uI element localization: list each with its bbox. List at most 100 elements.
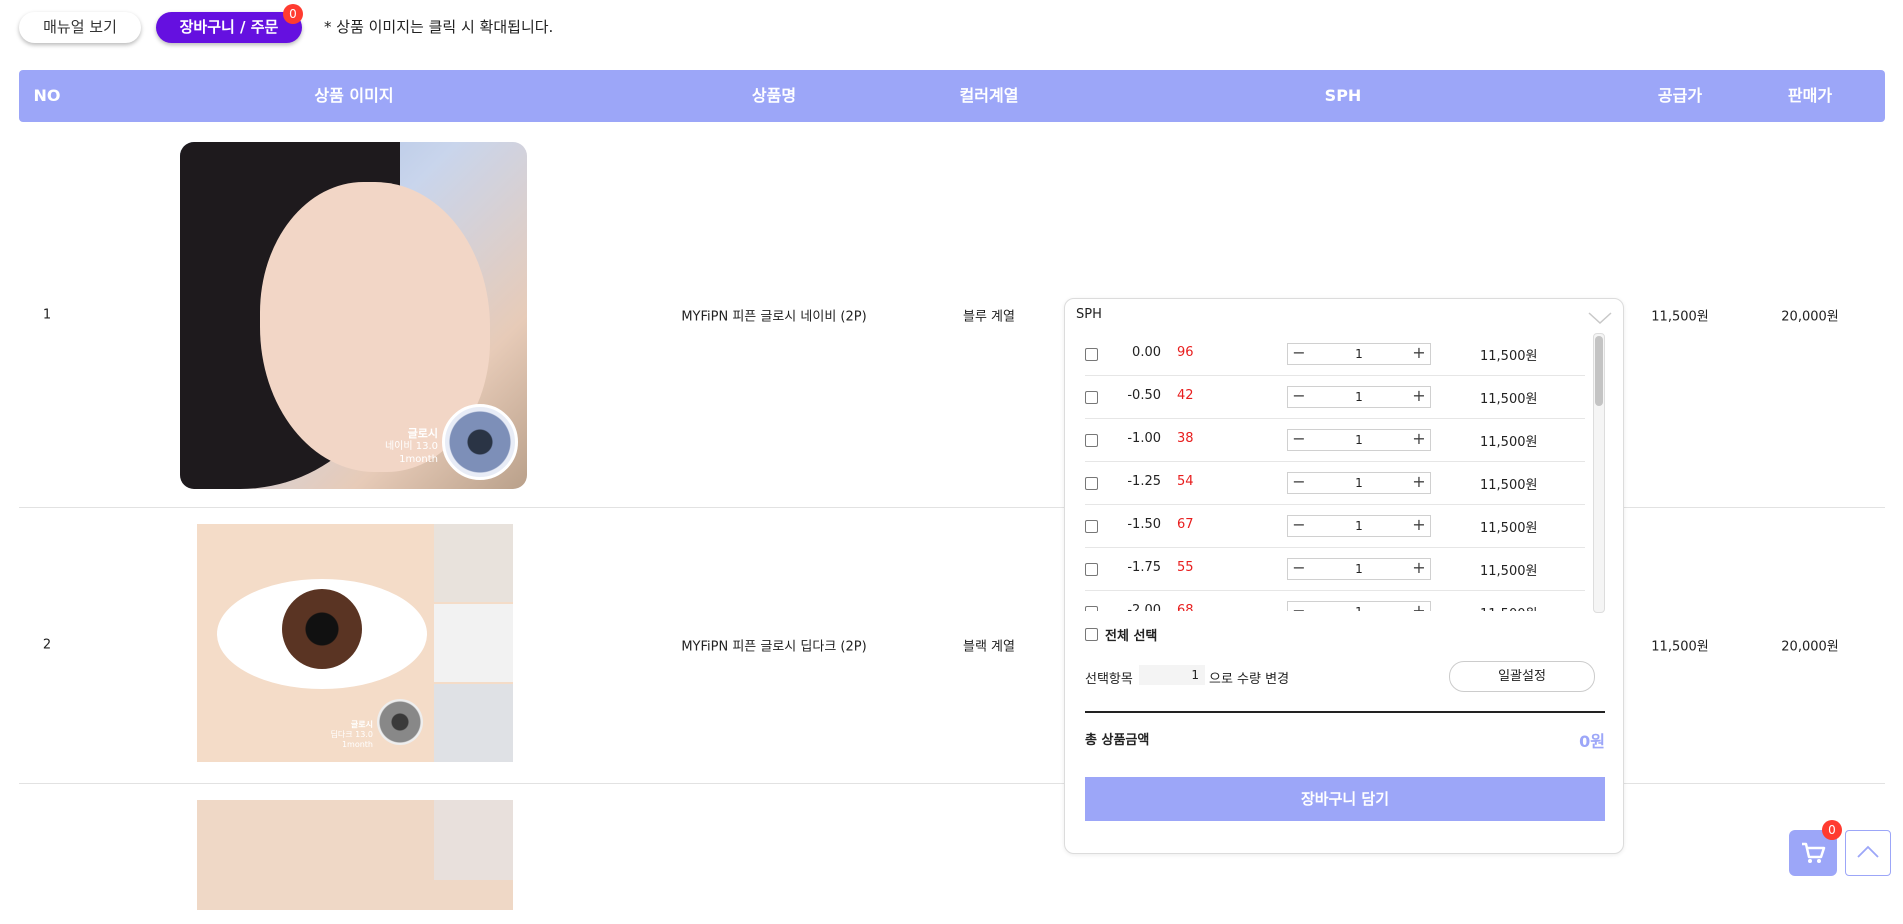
- sph-option-list: 0.00 96 − 1 + 11,500원 -0.50 42 − 1 + 11,…: [1065, 333, 1603, 611]
- plus-icon[interactable]: +: [1408, 344, 1430, 364]
- option-price: 11,500원: [1480, 349, 1538, 364]
- plus-icon[interactable]: +: [1408, 473, 1430, 493]
- lens-graphic: [377, 699, 423, 745]
- header-no: NO: [33, 86, 61, 105]
- option-checkbox[interactable]: [1085, 348, 1098, 361]
- bulk-quantity: 선택항목 1 으로 수량 변경 일괄설정: [1085, 661, 1605, 692]
- stock-count: 67: [1177, 517, 1194, 532]
- stock-count: 68: [1177, 603, 1194, 611]
- floating-cart-badge: 0: [1822, 820, 1842, 840]
- option-list-scrollbar[interactable]: [1593, 333, 1605, 613]
- cart-order-button[interactable]: 장바구니 / 주문: [156, 12, 302, 43]
- stock-count: 55: [1177, 560, 1194, 575]
- header-name: 상품명: [751, 86, 797, 105]
- sph-value: 0.00: [1132, 345, 1161, 360]
- quantity-input[interactable]: 1: [1310, 344, 1408, 364]
- option-price: 11,500원: [1480, 564, 1538, 579]
- add-to-cart-button[interactable]: 장바구니 담기: [1085, 777, 1605, 821]
- quantity-input[interactable]: 1: [1310, 516, 1408, 536]
- sph-option: -1.75 55 − 1 + 11,500원: [1085, 548, 1585, 591]
- option-checkbox[interactable]: [1085, 520, 1098, 533]
- header-image: 상품 이미지: [314, 86, 394, 105]
- sph-dropdown: SPH 0.00 96 − 1 + 11,500원 -0.50 42 − 1 +…: [1064, 298, 1624, 854]
- quantity-input[interactable]: 1: [1310, 602, 1408, 611]
- sph-value: -2.00: [1127, 603, 1161, 611]
- supply-price: 11,500원: [1651, 639, 1709, 655]
- header-color: 컬러계열: [959, 86, 1019, 105]
- bulk-label: 선택항목: [1085, 672, 1133, 687]
- sph-option: -1.00 38 − 1 + 11,500원: [1085, 419, 1585, 462]
- row-no: 2: [42, 637, 52, 653]
- minus-icon[interactable]: −: [1288, 602, 1310, 612]
- top-toolbar: 매뉴얼 보기 장바구니 / 주문 0 * 상품 이미지는 클릭 시 확대됩니다.: [19, 4, 919, 46]
- minus-icon[interactable]: −: [1288, 559, 1310, 579]
- quantity-input[interactable]: 1: [1310, 473, 1408, 493]
- option-price: 11,500원: [1480, 435, 1538, 450]
- color-family: 블루 계열: [963, 309, 1015, 325]
- image-caption: 글로시 네이비 13.0 1month: [384, 427, 438, 465]
- bulk-suffix: 으로 수량 변경: [1209, 672, 1290, 687]
- total-amount: 총 상품금액 0원: [1085, 729, 1605, 751]
- option-checkbox[interactable]: [1085, 563, 1098, 576]
- quantity-stepper: − 1 +: [1287, 601, 1431, 611]
- minus-icon[interactable]: −: [1288, 344, 1310, 364]
- option-checkbox[interactable]: [1085, 477, 1098, 490]
- option-price: 11,500원: [1480, 603, 1537, 611]
- product-image[interactable]: [197, 800, 513, 910]
- row-no: 1: [42, 307, 52, 323]
- sph-value: -1.50: [1127, 517, 1161, 532]
- bulk-set-button[interactable]: 일괄설정: [1449, 661, 1595, 692]
- plus-icon[interactable]: +: [1408, 387, 1430, 407]
- minus-icon[interactable]: −: [1288, 387, 1310, 407]
- product-name: MYFiPN 피픈 글로시 딥다크 (2P): [681, 639, 867, 655]
- sph-value: -1.00: [1127, 431, 1161, 446]
- select-all-label: 전체 선택: [1105, 629, 1158, 644]
- cart-count-badge: 0: [283, 4, 303, 24]
- minus-icon[interactable]: −: [1288, 473, 1310, 493]
- sph-dropdown-title[interactable]: SPH: [1076, 307, 1102, 322]
- option-checkbox[interactable]: [1085, 391, 1098, 404]
- quantity-stepper: − 1 +: [1287, 386, 1431, 408]
- stock-count: 54: [1177, 474, 1194, 489]
- header-sph: SPH: [1324, 86, 1362, 105]
- plus-icon[interactable]: +: [1408, 430, 1430, 450]
- total-label: 총 상품금액: [1085, 733, 1150, 748]
- sph-option: -2.00 68 − 1 + 11,500원: [1085, 591, 1585, 611]
- bulk-quantity-input[interactable]: 1: [1139, 665, 1205, 685]
- image-zoom-notice: * 상품 이미지는 클릭 시 확대됩니다.: [324, 18, 554, 36]
- chevron-up-icon: [1857, 845, 1879, 858]
- option-checkbox[interactable]: [1085, 606, 1098, 611]
- product-image[interactable]: 글로시 딥다크 13.0 1month: [197, 524, 513, 762]
- minus-icon[interactable]: −: [1288, 516, 1310, 536]
- plus-icon[interactable]: +: [1408, 559, 1430, 579]
- stock-count: 42: [1177, 388, 1194, 403]
- sph-value: -1.25: [1127, 474, 1161, 489]
- option-checkbox[interactable]: [1085, 434, 1098, 447]
- lens-graphic: [442, 404, 518, 480]
- product-image[interactable]: 글로시 네이비 13.0 1month: [180, 142, 527, 489]
- quantity-stepper: − 1 +: [1287, 515, 1431, 537]
- image-caption: 글로시 딥다크 13.0 1month: [330, 720, 373, 749]
- sph-option: -1.25 54 − 1 + 11,500원: [1085, 462, 1585, 505]
- scroll-top-button[interactable]: [1845, 830, 1891, 876]
- quantity-stepper: − 1 +: [1287, 429, 1431, 451]
- quantity-input[interactable]: 1: [1310, 387, 1408, 407]
- option-price: 11,500원: [1480, 392, 1538, 407]
- quantity-stepper: − 1 +: [1287, 472, 1431, 494]
- quantity-input[interactable]: 1: [1310, 430, 1408, 450]
- total-value: 0원: [1579, 732, 1605, 751]
- plus-icon[interactable]: +: [1408, 602, 1430, 612]
- sale-price: 20,000원: [1781, 309, 1839, 325]
- select-all[interactable]: 전체 선택: [1085, 625, 1157, 644]
- manual-button[interactable]: 매뉴얼 보기: [19, 12, 141, 43]
- chevron-down-icon[interactable]: [1587, 307, 1613, 327]
- option-price: 11,500원: [1480, 478, 1538, 493]
- scrollbar-thumb[interactable]: [1595, 336, 1603, 406]
- minus-icon[interactable]: −: [1288, 430, 1310, 450]
- sph-value: -1.75: [1127, 560, 1161, 575]
- plus-icon[interactable]: +: [1408, 516, 1430, 536]
- select-all-checkbox[interactable]: [1085, 628, 1098, 641]
- quantity-input[interactable]: 1: [1310, 559, 1408, 579]
- sph-option: -1.50 67 − 1 + 11,500원: [1085, 505, 1585, 548]
- stock-count: 96: [1177, 345, 1194, 360]
